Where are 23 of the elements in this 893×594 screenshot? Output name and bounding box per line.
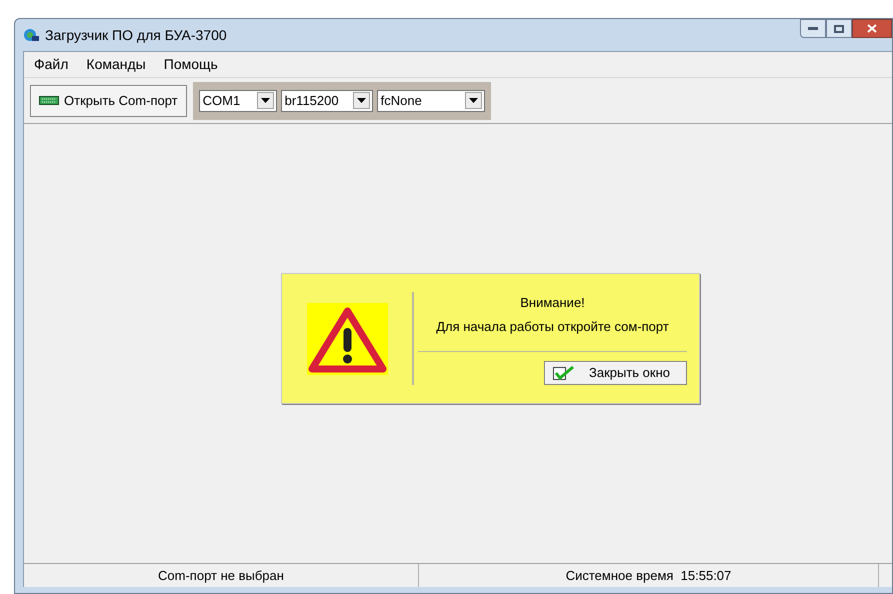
- app-logo-icon: [23, 27, 39, 43]
- menu-item[interactable]: Помощь: [164, 54, 218, 75]
- dropdown[interactable]: br115200: [280, 90, 373, 112]
- menu-item[interactable]: Файл: [34, 54, 68, 75]
- status-bar-panel: Com-порт не выбран: [24, 564, 419, 587]
- close-button[interactable]: [852, 19, 892, 38]
- close-window-button[interactable]: Закрыть окно: [544, 361, 687, 385]
- open-port-button[interactable]: Открыть Com-порт: [30, 84, 187, 116]
- dialog-message: Для начала работы откройте сом-порт: [436, 318, 669, 336]
- warning-icon: [306, 302, 388, 374]
- serial-port-icon: [39, 96, 59, 105]
- minimize-button[interactable]: [800, 19, 826, 38]
- dialog-title: Внимание!: [520, 294, 585, 312]
- dropdown[interactable]: COM1: [198, 90, 277, 112]
- menu-item[interactable]: Команды: [86, 54, 146, 75]
- window-title: Загрузчик ПО для БУА-3700: [45, 26, 227, 45]
- checkmark-icon: [553, 365, 575, 381]
- maximize-icon: [834, 24, 844, 32]
- dropdown[interactable]: fcNone: [376, 90, 485, 112]
- close-icon: [867, 24, 877, 33]
- status-bar-panel: Системное время 15:55:07: [419, 564, 879, 587]
- minimize-icon: [808, 26, 818, 30]
- maximize-button[interactable]: [826, 19, 852, 38]
